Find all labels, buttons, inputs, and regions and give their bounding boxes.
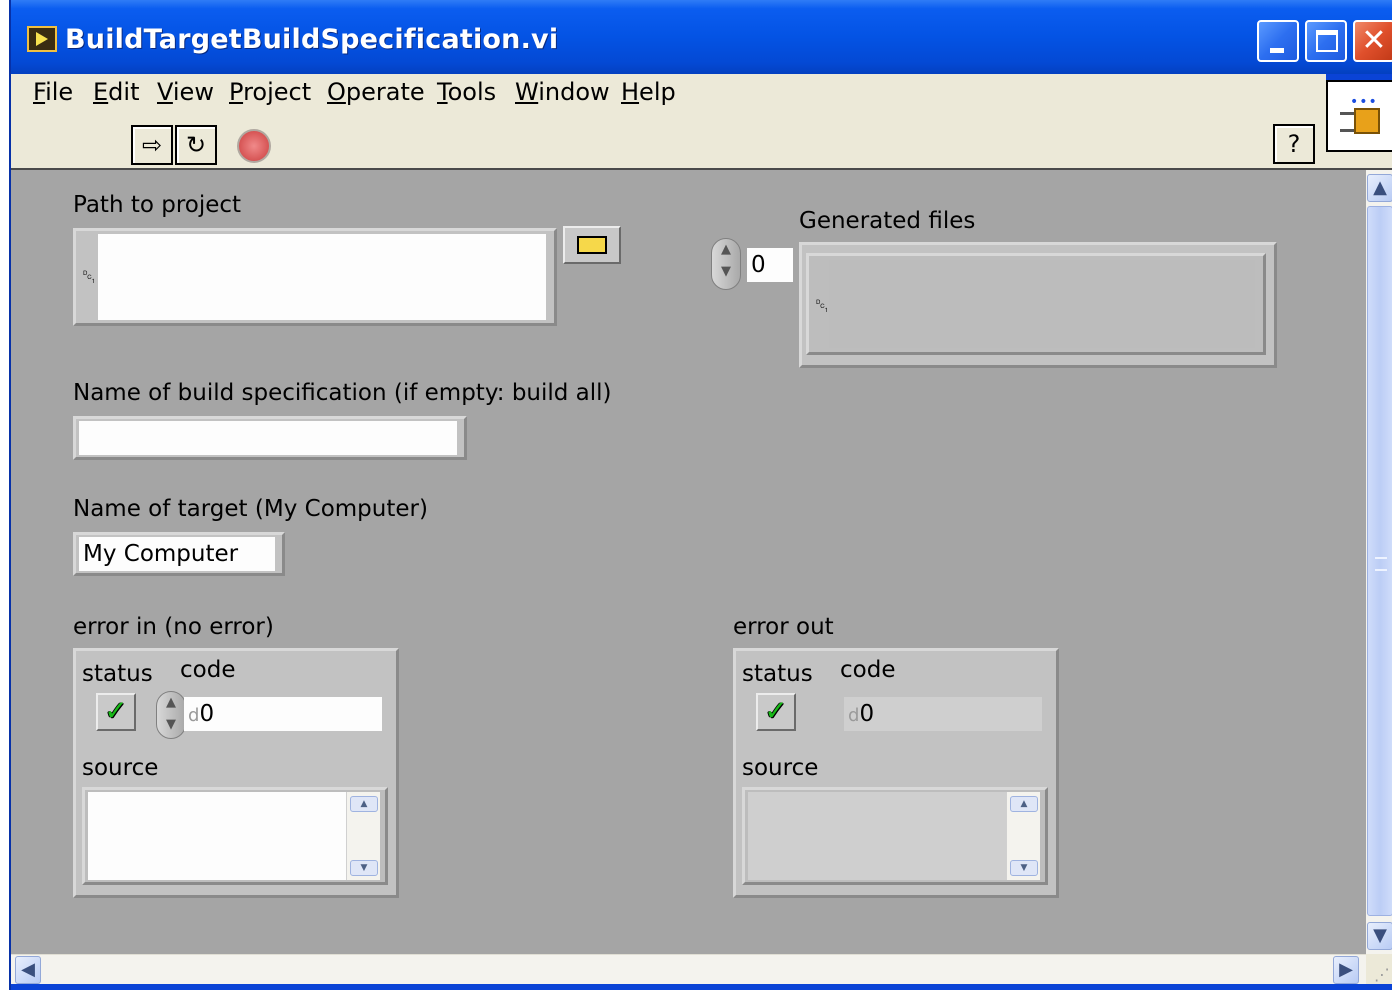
error-out-label: error out bbox=[733, 614, 834, 640]
error-in-source-frame: ▲ ▼ bbox=[82, 787, 388, 885]
chevron-down-icon: ▼ bbox=[1373, 925, 1387, 946]
menu-tools[interactable]: Tools bbox=[437, 78, 496, 106]
generated-files-element: ␑ bbox=[806, 253, 1266, 355]
target-label: Name of target (My Computer) bbox=[73, 496, 428, 522]
run-arrow-icon: ⇨ bbox=[141, 131, 163, 159]
front-panel: Path to project ␑ Generated files ▲ ▼ 0 ␑… bbox=[11, 170, 1366, 954]
menu-file[interactable]: File bbox=[33, 78, 73, 106]
menu-window[interactable]: Window bbox=[515, 78, 610, 106]
error-out-source-frame: ▲ ▼ bbox=[742, 787, 1048, 885]
scroll-down-button[interactable]: ▼ bbox=[1367, 922, 1392, 950]
menu-bar: File Edit View Project Operate Tools Win… bbox=[11, 74, 1326, 118]
path-icon: ␑ bbox=[82, 267, 97, 288]
context-help-button[interactable]: ? bbox=[1273, 124, 1315, 164]
array-index-spinner[interactable]: ▲ ▼ bbox=[711, 238, 741, 290]
error-out-code-label: code bbox=[840, 657, 896, 683]
menu-operate[interactable]: Operate bbox=[327, 78, 425, 106]
checkmark-icon: ✓ bbox=[764, 694, 788, 727]
close-button[interactable]: ✕ bbox=[1353, 20, 1392, 62]
target-control: My Computer bbox=[73, 532, 285, 576]
error-out-cluster: status code ✓ d0 source ▲ ▼ bbox=[733, 648, 1059, 898]
error-in-source-scrollbar[interactable]: ▲ ▼ bbox=[346, 792, 380, 880]
title-bar[interactable]: BuildTargetBuildSpecification.vi ✕ bbox=[11, 0, 1392, 74]
list-icon bbox=[1340, 112, 1354, 132]
scroll-up-button[interactable]: ▲ bbox=[1367, 174, 1392, 202]
error-out-source-label: source bbox=[742, 755, 819, 781]
path-icon: ␑ bbox=[815, 296, 830, 317]
menu-edit[interactable]: Edit bbox=[93, 78, 139, 106]
error-in-code-input[interactable]: d0 bbox=[184, 697, 382, 731]
vi-icon-connector-pane[interactable]: ••• bbox=[1326, 80, 1392, 152]
error-in-status-toggle[interactable]: ✓ bbox=[96, 693, 136, 731]
scroll-left-button[interactable]: ◀ bbox=[15, 956, 41, 984]
error-out-status-label: status bbox=[742, 661, 813, 687]
checkmark-icon: ✓ bbox=[104, 694, 128, 727]
menu-project[interactable]: Project bbox=[229, 78, 311, 106]
error-in-code-label: code bbox=[180, 657, 236, 683]
resize-grip[interactable] bbox=[1366, 954, 1392, 984]
run-button[interactable]: ⇨ bbox=[131, 125, 173, 165]
chevron-up-icon: ▲ bbox=[1373, 177, 1387, 198]
maximize-icon bbox=[1316, 30, 1338, 52]
error-in-label: error in (no error) bbox=[73, 614, 274, 640]
help-question-icon: ? bbox=[1287, 130, 1301, 158]
vi-window: BuildTargetBuildSpecification.vi ✕ File … bbox=[9, 0, 1392, 990]
abort-button[interactable] bbox=[233, 125, 275, 165]
scroll-down-icon[interactable]: ▼ bbox=[350, 860, 378, 876]
error-out-code-indicator: d0 bbox=[844, 697, 1042, 731]
chevron-left-icon: ◀ bbox=[21, 959, 35, 980]
chevron-right-icon: ▶ bbox=[1339, 959, 1353, 980]
minimize-button[interactable] bbox=[1257, 20, 1299, 62]
vertical-scroll-thumb[interactable] bbox=[1367, 206, 1392, 916]
toolbar: ⇨ ↻ ? bbox=[11, 118, 1326, 170]
maximize-button[interactable] bbox=[1305, 20, 1347, 62]
error-in-source-input[interactable] bbox=[88, 792, 346, 880]
toolbar-filler bbox=[1326, 152, 1392, 170]
build-cube-icon bbox=[1354, 108, 1380, 134]
error-out-status-indicator: ✓ bbox=[756, 693, 796, 731]
error-in-cluster: status code ✓ ▲ ▼ d0 source ▲ ▼ bbox=[73, 648, 399, 898]
array-index-input[interactable]: 0 bbox=[747, 248, 793, 282]
path-to-project-control: ␑ bbox=[73, 228, 557, 326]
window-bottom-border bbox=[11, 984, 1392, 990]
run-continuously-button[interactable]: ↻ bbox=[175, 125, 217, 165]
scroll-right-button[interactable]: ▶ bbox=[1333, 956, 1359, 984]
build-spec-control bbox=[73, 416, 467, 460]
menu-view[interactable]: View bbox=[157, 78, 214, 106]
window-title: BuildTargetBuildSpecification.vi bbox=[65, 24, 559, 55]
generated-files-label: Generated files bbox=[799, 208, 976, 234]
error-out-source-indicator bbox=[748, 792, 1006, 880]
path-to-project-label: Path to project bbox=[73, 192, 242, 218]
error-in-code-spinner[interactable]: ▲ ▼ bbox=[156, 691, 186, 739]
abort-stop-icon bbox=[237, 129, 271, 163]
build-spec-label: Name of build specification (if empty: b… bbox=[73, 380, 612, 406]
scroll-up-icon[interactable]: ▲ bbox=[350, 796, 378, 812]
error-in-status-label: status bbox=[82, 661, 153, 687]
browse-button[interactable] bbox=[563, 226, 621, 264]
labview-vi-icon bbox=[27, 26, 57, 52]
path-to-project-input[interactable] bbox=[98, 234, 546, 320]
scroll-up-icon[interactable]: ▲ bbox=[1010, 796, 1038, 812]
generated-files-array: ␑ bbox=[799, 242, 1277, 368]
menu-help[interactable]: Help bbox=[621, 78, 676, 106]
run-continuously-icon: ↻ bbox=[185, 131, 207, 159]
error-in-source-label: source bbox=[82, 755, 159, 781]
vertical-scrollbar[interactable]: ▲ ▼ bbox=[1366, 170, 1392, 954]
minimize-icon bbox=[1270, 48, 1284, 53]
horizontal-scrollbar[interactable]: ◀ ▶ bbox=[11, 954, 1366, 984]
error-out-source-scrollbar[interactable]: ▲ ▼ bbox=[1006, 792, 1040, 880]
build-spec-input[interactable] bbox=[79, 421, 457, 455]
generated-file-path-indicator bbox=[829, 260, 1255, 348]
target-input[interactable]: My Computer bbox=[79, 537, 275, 571]
close-icon: ✕ bbox=[1361, 23, 1387, 58]
scroll-down-icon[interactable]: ▼ bbox=[1010, 860, 1038, 876]
open-folder-icon bbox=[577, 236, 607, 254]
